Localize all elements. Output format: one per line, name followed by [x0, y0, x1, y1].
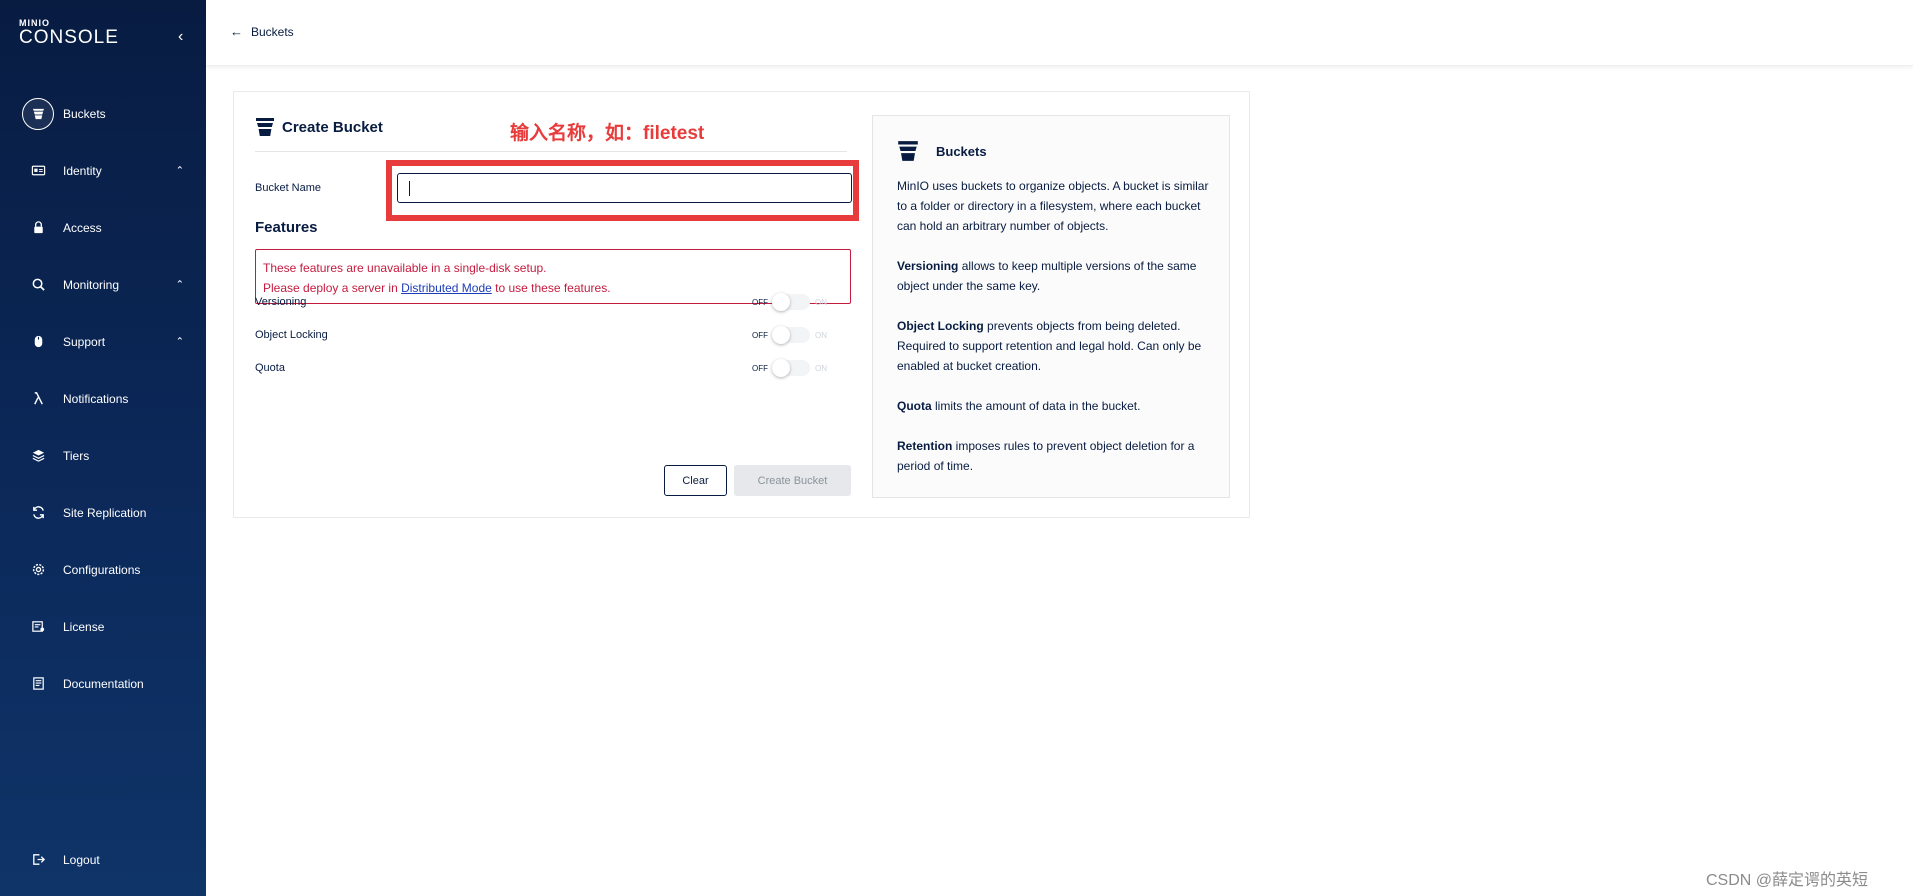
lock-icon [22, 212, 54, 244]
chevron-up-icon: ⌃ [175, 279, 184, 290]
sidebar-item-label: Support [63, 334, 106, 349]
sidebar-item-label: Monitoring [63, 277, 120, 292]
sidebar-item-buckets[interactable]: Buckets [0, 85, 206, 142]
object-locking-label: Object Locking [255, 329, 328, 341]
bucket-name-label: Bucket Name [255, 182, 322, 194]
help-panel: Buckets MinIO uses buckets to organize o… [872, 115, 1230, 498]
sidebar-item-logout[interactable]: Logout [0, 831, 206, 888]
help-term: Object Locking [897, 319, 984, 333]
toggle-off-label: OFF [752, 363, 768, 373]
sidebar-item-documentation[interactable]: Documentation [0, 655, 206, 712]
toggle-on-label: ON [815, 330, 827, 340]
help-term: Versioning [897, 259, 959, 273]
help-quota: Quota limits the amount of data in the b… [897, 396, 1215, 416]
top-bar: ← Buckets [206, 0, 1913, 66]
warning-line-1: These features are unavailable in a sing… [263, 261, 547, 275]
toggle-track [772, 359, 810, 377]
toggle-on-label: ON [815, 363, 827, 373]
sidebar-item-tiers[interactable]: Tiers [0, 427, 206, 484]
logout-label: Logout [63, 852, 100, 867]
sync-icon [22, 497, 54, 529]
bucket-name-input[interactable] [397, 173, 852, 203]
logout-section: Logout [0, 831, 206, 888]
sidebar-item-identity[interactable]: Identity ⌃ [0, 142, 206, 199]
help-intro: MinIO uses buckets to organize objects. … [897, 179, 1209, 233]
sidebar-item-label: Tiers [63, 448, 90, 463]
layers-icon [22, 440, 54, 472]
help-versioning: Versioning allows to keep multiple versi… [897, 256, 1215, 296]
toggle-knob [772, 326, 790, 344]
page-title: Create Bucket [255, 116, 383, 138]
sidebar: MINIO CONSOLE ‹ Buckets Identity ⌃ Acces… [0, 0, 206, 896]
versioning-toggle[interactable]: OFF ON [752, 292, 827, 312]
csdn-watermark: CSDN @薛定谔的英短 [1706, 872, 1869, 889]
sidebar-item-monitoring[interactable]: Monitoring ⌃ [0, 256, 206, 313]
sidebar-item-label: Notifications [63, 391, 129, 406]
help-body: MinIO uses buckets to organize objects. … [897, 176, 1215, 496]
sidebar-item-support[interactable]: Support ⌃ [0, 313, 206, 370]
features-heading: Features [255, 219, 318, 236]
sidebar-item-notifications[interactable]: Notifications [0, 370, 206, 427]
help-title-text: Buckets [936, 143, 987, 159]
license-icon [22, 611, 54, 643]
logo-product: CONSOLE [19, 27, 119, 48]
bucket-icon [256, 118, 274, 136]
toggle-track [772, 326, 810, 344]
text-cursor [409, 181, 410, 196]
sidebar-item-label: Access [63, 220, 102, 235]
toggle-on-label: ON [815, 297, 827, 307]
help-description: limits the amount of data in the bucket. [931, 399, 1141, 413]
arrow-left-icon: ← [230, 24, 243, 39]
chevron-up-icon: ⌃ [175, 165, 184, 176]
quota-label: Quota [255, 362, 285, 374]
clear-button[interactable]: Clear [664, 465, 727, 496]
sidebar-item-label: Buckets [63, 106, 106, 121]
help-retention: Retention imposes rules to prevent objec… [897, 436, 1215, 476]
lambda-icon [22, 383, 54, 415]
chevron-up-icon: ⌃ [175, 336, 184, 347]
help-term: Quota [897, 399, 932, 413]
sidebar-item-license[interactable]: License [0, 598, 206, 655]
bucket-icon [898, 141, 918, 161]
form-title-text: Create Bucket [282, 118, 383, 136]
create-bucket-card: Create Bucket 输入名称，如：filetest Bucket Nam… [233, 91, 1250, 518]
sidebar-item-site-replication[interactable]: Site Replication [0, 484, 206, 541]
bucket-icon [22, 97, 54, 130]
back-to-buckets-link[interactable]: ← Buckets [230, 24, 294, 39]
toggle-track [772, 293, 810, 311]
help-term: Retention [897, 439, 953, 453]
magnifier-icon [22, 269, 54, 301]
sidebar-item-configurations[interactable]: Configurations [0, 541, 206, 598]
sidebar-item-label: Identity [63, 163, 102, 178]
back-link-label: Buckets [251, 24, 294, 39]
quota-toggle[interactable]: OFF ON [752, 358, 827, 378]
sidebar-item-label: Site Replication [63, 505, 147, 520]
toggle-knob [772, 359, 790, 377]
sidebar-item-label: License [63, 619, 105, 634]
create-bucket-button[interactable]: Create Bucket [734, 465, 851, 496]
sidebar-item-label: Configurations [63, 562, 141, 577]
versioning-row: Versioning OFF ON [255, 292, 851, 312]
collapse-sidebar-chevron-left-icon[interactable]: ‹ [178, 29, 183, 45]
logout-icon [22, 844, 54, 876]
gear-icon [22, 554, 54, 586]
object-locking-row: Object Locking OFF ON [255, 325, 851, 345]
help-panel-title: Buckets [897, 139, 987, 163]
sidebar-item-access[interactable]: Access [0, 199, 206, 256]
minio-console-logo[interactable]: MINIO CONSOLE [19, 18, 119, 48]
mouse-icon [22, 326, 54, 358]
help-object-locking: Object Locking prevents objects from bei… [897, 316, 1215, 376]
document-icon [22, 668, 54, 700]
versioning-label: Versioning [255, 296, 307, 308]
sidebar-item-label: Documentation [63, 676, 144, 691]
title-divider [255, 151, 847, 152]
annotation-text: 输入名称，如：filetest [510, 123, 705, 144]
quota-row: Quota OFF ON [255, 358, 851, 378]
identity-card-icon [22, 155, 54, 187]
toggle-off-label: OFF [752, 330, 768, 340]
sidebar-nav: Buckets Identity ⌃ Access Monitoring ⌃ S… [0, 85, 206, 712]
toggle-off-label: OFF [752, 297, 768, 307]
object-locking-toggle[interactable]: OFF ON [752, 325, 827, 345]
toggle-knob [772, 293, 790, 311]
